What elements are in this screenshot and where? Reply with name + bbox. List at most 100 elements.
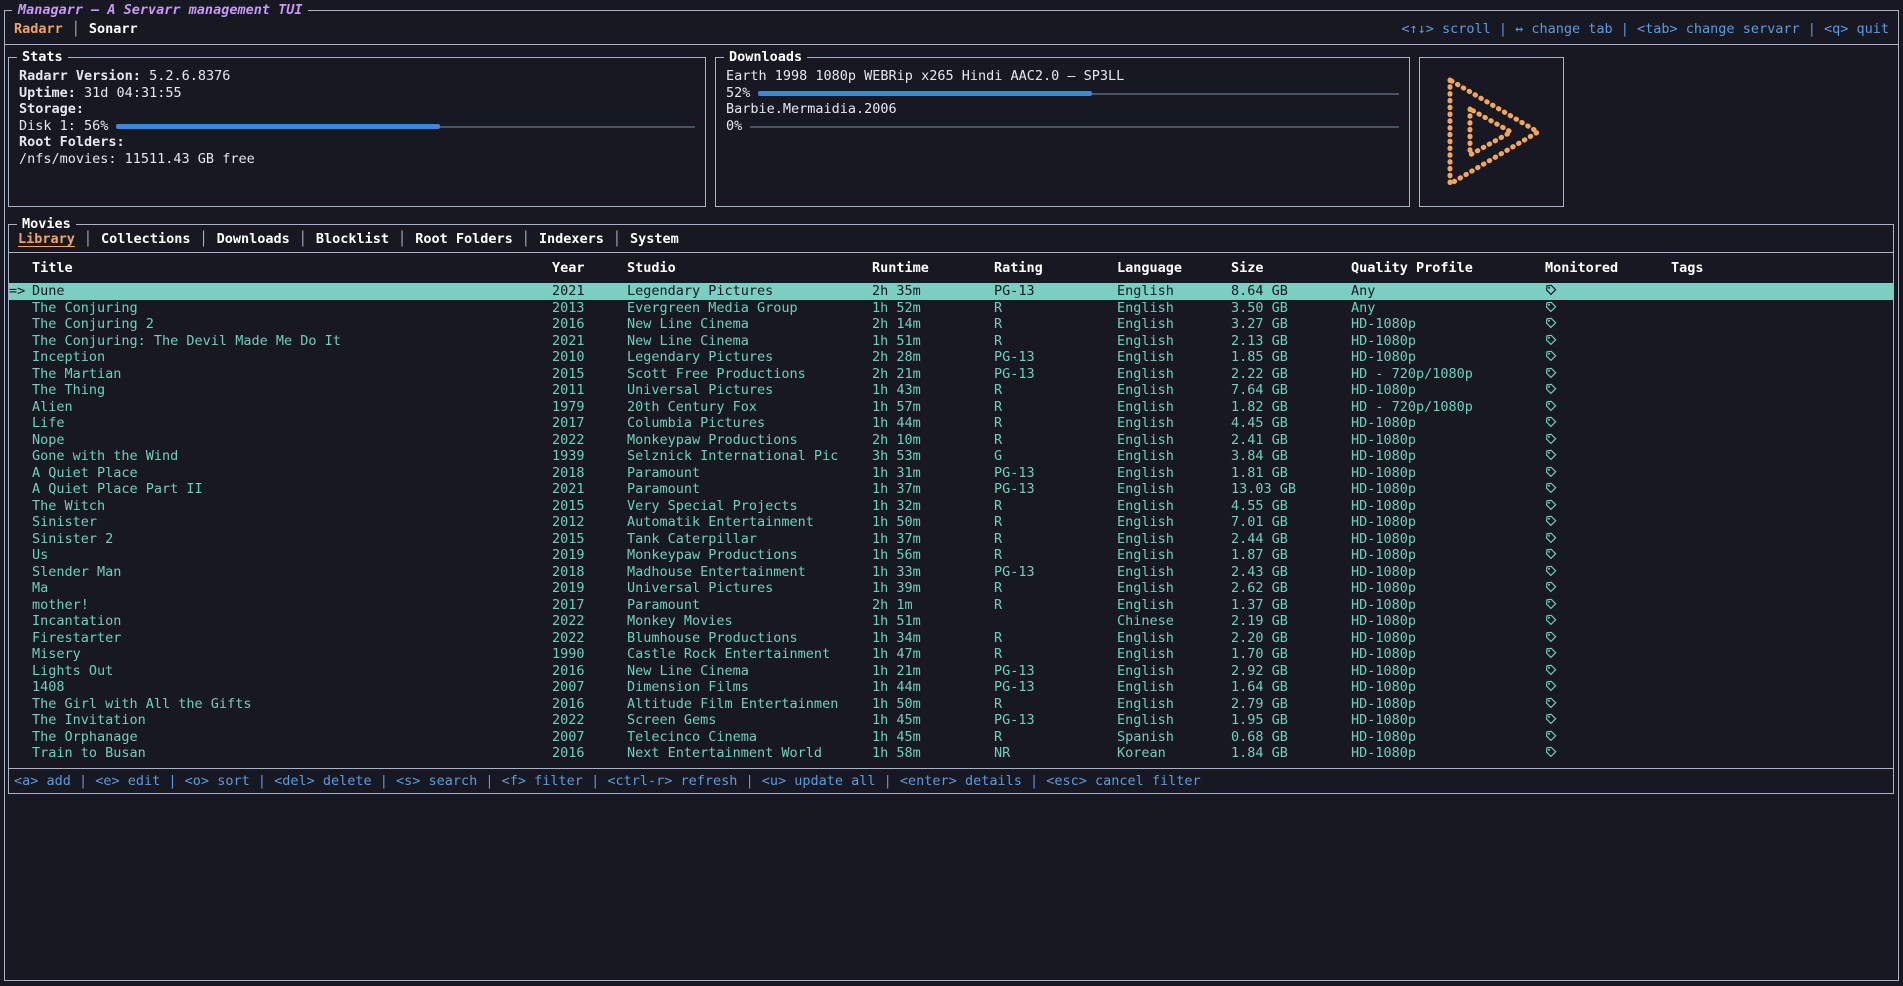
cell-tags: [1671, 613, 1893, 630]
table-row[interactable]: The Witch2015Very Special Projects1h 32m…: [9, 498, 1893, 515]
cell-quality-profile: HD-1080p: [1351, 333, 1545, 350]
topbar-separator: [4, 44, 1899, 45]
cell-quality-profile: HD-1080p: [1351, 696, 1545, 713]
logo-panel: [1419, 57, 1564, 207]
download-title: Barbie.Mermaidia.2006: [726, 101, 1399, 118]
table-row[interactable]: Nope2022Monkeypaw Productions2h 10mREngl…: [9, 432, 1893, 449]
table-row[interactable]: Inception2010Legendary Pictures2h 28mPG-…: [9, 349, 1893, 366]
cell-quality-profile: HD-1080p: [1351, 465, 1545, 482]
cell-year: 2022: [552, 613, 627, 630]
cell-title: Train to Busan: [32, 745, 552, 762]
cell-rating: G: [994, 448, 1117, 465]
movies-tabbar: Library│Collections│Downloads│Blocklist│…: [9, 225, 1893, 253]
table-row[interactable]: Alien197920th Century Fox1h 57mREnglish1…: [9, 399, 1893, 416]
cell-monitored: [1545, 729, 1671, 746]
tab-library[interactable]: Library: [18, 231, 75, 247]
cell-language: English: [1117, 382, 1231, 399]
tab-indexers[interactable]: Indexers: [539, 231, 604, 247]
tab-collections[interactable]: Collections: [101, 231, 190, 247]
table-row[interactable]: The Girl with All the Gifts2016Altitude …: [9, 696, 1893, 713]
cell-quality-profile: HD-1080p: [1351, 597, 1545, 614]
table-row[interactable]: The Invitation2022Screen Gems1h 45mPG-13…: [9, 712, 1893, 729]
cell-quality-profile: HD-1080p: [1351, 630, 1545, 647]
cell-size: 0.68 GB: [1231, 729, 1351, 746]
cell-studio: Madhouse Entertainment: [627, 564, 872, 581]
table-row[interactable]: The Martian2015Scott Free Productions2h …: [9, 366, 1893, 383]
row-selected-indicator: [9, 333, 32, 350]
table-row[interactable]: Us2019Monkeypaw Productions1h 56mREnglis…: [9, 547, 1893, 564]
cell-rating: NR: [994, 745, 1117, 762]
disk-usage-label: Disk 1: 56%: [19, 118, 108, 135]
table-row[interactable]: Gone with the Wind1939Selznick Internati…: [9, 448, 1893, 465]
cell-language: English: [1117, 597, 1231, 614]
cell-size: 2.19 GB: [1231, 613, 1351, 630]
cell-rating: PG-13: [994, 366, 1117, 383]
movies-table-body: =>Dune2021Legendary Pictures2h 35mPG-13E…: [9, 283, 1893, 762]
table-row[interactable]: Slender Man2018Madhouse Entertainment1h …: [9, 564, 1893, 581]
cell-language: English: [1117, 498, 1231, 515]
cell-title: A Quiet Place Part II: [32, 481, 552, 498]
table-row[interactable]: =>Dune2021Legendary Pictures2h 35mPG-13E…: [9, 283, 1893, 300]
tab-separator: │: [522, 231, 530, 247]
cell-title: Inception: [32, 349, 552, 366]
cell-monitored: [1545, 663, 1671, 680]
cell-rating: PG-13: [994, 679, 1117, 696]
table-row[interactable]: Firestarter2022Blumhouse Productions1h 3…: [9, 630, 1893, 647]
cell-size: 2.79 GB: [1231, 696, 1351, 713]
row-selected-indicator: [9, 679, 32, 696]
cell-tags: [1671, 514, 1893, 531]
cell-language: English: [1117, 481, 1231, 498]
cell-monitored: [1545, 712, 1671, 729]
monitored-tag-icon: [1545, 399, 1557, 415]
row-selected-indicator: [9, 300, 32, 317]
table-row[interactable]: A Quiet Place2018Paramount1h 31mPG-13Eng…: [9, 465, 1893, 482]
table-row[interactable]: The Orphanage2007Telecinco Cinema1h 45mR…: [9, 729, 1893, 746]
cell-runtime: 1h 44m: [872, 415, 994, 432]
cell-quality-profile: HD - 720p/1080p: [1351, 366, 1545, 383]
monitored-tag-icon: [1545, 531, 1557, 547]
table-row[interactable]: Train to Busan2016Next Entertainment Wor…: [9, 745, 1893, 762]
cell-runtime: 1h 33m: [872, 564, 994, 581]
cell-runtime: 1h 45m: [872, 712, 994, 729]
table-row[interactable]: Ma2019Universal Pictures1h 39mREnglish2.…: [9, 580, 1893, 597]
cell-size: 8.64 GB: [1231, 283, 1351, 300]
cell-rating: R: [994, 580, 1117, 597]
tab-downloads[interactable]: Downloads: [217, 231, 290, 247]
table-row[interactable]: The Thing2011Universal Pictures1h 43mREn…: [9, 382, 1893, 399]
cell-title: Misery: [32, 646, 552, 663]
table-row[interactable]: A Quiet Place Part II2021Paramount1h 37m…: [9, 481, 1893, 498]
row-selected-indicator: [9, 712, 32, 729]
table-row[interactable]: The Conjuring2013Evergreen Media Group1h…: [9, 300, 1893, 317]
cell-tags: [1671, 630, 1893, 647]
download-percent: 52%: [726, 85, 750, 101]
servarr-tab-radarr[interactable]: Radarr: [14, 21, 63, 37]
table-row[interactable]: The Conjuring 22016New Line Cinema2h 14m…: [9, 316, 1893, 333]
monitored-tag-icon: [1545, 349, 1557, 365]
table-row[interactable]: Incantation2022Monkey Movies1h 51mChines…: [9, 613, 1893, 630]
cell-studio: Monkeypaw Productions: [627, 432, 872, 449]
cell-studio: Tank Caterpillar: [627, 531, 872, 548]
table-row[interactable]: The Conjuring: The Devil Made Me Do It20…: [9, 333, 1893, 350]
cell-runtime: 1h 44m: [872, 679, 994, 696]
tab-blocklist[interactable]: Blocklist: [316, 231, 389, 247]
monitored-tag-icon: [1545, 580, 1557, 596]
row-selected-indicator: [9, 580, 32, 597]
cell-monitored: [1545, 333, 1671, 350]
column-header-monitored: Monitored: [1545, 253, 1671, 283]
servarr-tab-sonarr[interactable]: Sonarr: [89, 21, 138, 37]
cell-quality-profile: HD-1080p: [1351, 745, 1545, 762]
cell-year: 2011: [552, 382, 627, 399]
cell-rating: R: [994, 415, 1117, 432]
table-row[interactable]: Sinister 22015Tank Caterpillar1h 37mREng…: [9, 531, 1893, 548]
table-row[interactable]: 14082007Dimension Films1h 44mPG-13Englis…: [9, 679, 1893, 696]
table-row[interactable]: Misery1990Castle Rock Entertainment1h 47…: [9, 646, 1893, 663]
table-row[interactable]: mother!2017Paramount2h 1mREnglish1.37 GB…: [9, 597, 1893, 614]
table-row[interactable]: Sinister2012Automatik Entertainment1h 50…: [9, 514, 1893, 531]
column-header-size: Size: [1231, 253, 1351, 283]
cell-title: Us: [32, 547, 552, 564]
table-row[interactable]: Life2017Columbia Pictures1h 44mREnglish4…: [9, 415, 1893, 432]
cell-year: 2016: [552, 663, 627, 680]
tab-system[interactable]: System: [630, 231, 679, 247]
table-row[interactable]: Lights Out2016New Line Cinema1h 21mPG-13…: [9, 663, 1893, 680]
tab-root-folders[interactable]: Root Folders: [415, 231, 513, 247]
